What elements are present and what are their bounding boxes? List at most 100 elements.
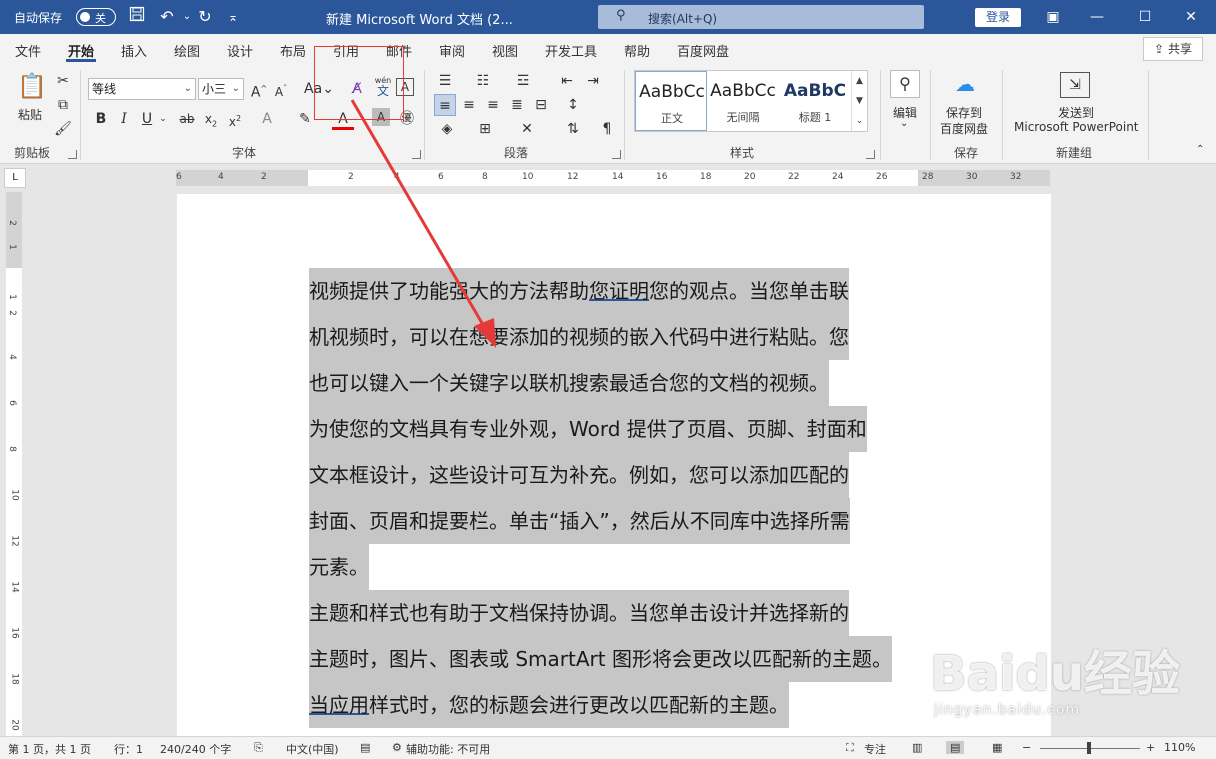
language-indicator[interactable]: 中文(中国) [286, 741, 339, 757]
align-right-icon[interactable]: ≡ [482, 94, 504, 116]
find-icon[interactable]: ⚲ [890, 70, 920, 98]
font-launcher-icon[interactable] [412, 150, 421, 159]
customize-toolbar-icon[interactable]: ⌅ [222, 6, 244, 28]
zoom-in-icon[interactable]: + [1146, 741, 1155, 754]
maximize-icon[interactable]: ☐ [1128, 4, 1162, 30]
collapse-ribbon-icon[interactable]: ⌃ [1196, 144, 1204, 155]
styles-scroll-up-icon[interactable]: ▲ [851, 71, 867, 91]
font-name-select[interactable]: 等线 ⌄ [88, 78, 196, 100]
document-line[interactable]: 为使您的文档具有专业外观，Word 提供了页眉、页脚、封面和 [309, 406, 867, 452]
shrink-font-icon[interactable]: Aˇ [270, 78, 292, 100]
web-layout-icon[interactable]: ▦ [992, 741, 1002, 754]
font-size-select[interactable]: 小三 ⌄ [198, 78, 244, 100]
accessibility-status[interactable]: 辅助功能: 不可用 [406, 741, 490, 757]
redo-icon[interactable]: ↻ [194, 6, 216, 28]
read-mode-icon[interactable]: ▥ [912, 741, 922, 754]
tab-insert[interactable]: 插入 [121, 41, 147, 60]
copy-icon[interactable]: ⧉ [52, 94, 74, 116]
styles-scroll-down-icon[interactable]: ▼ [851, 91, 867, 111]
save-to-netdisk-label[interactable]: 百度网盘 [940, 120, 988, 137]
word-count[interactable]: 240/240 个字 [160, 741, 231, 757]
focus-mode-label[interactable]: 专注 [864, 741, 886, 757]
search-box[interactable]: ⚲ 搜索(Alt+Q) [598, 5, 924, 29]
styles-more-icon[interactable]: ⌄ [851, 111, 867, 131]
styles-launcher-icon[interactable] [866, 150, 875, 159]
show-formatting-icon[interactable]: ¶ [596, 118, 618, 140]
tab-selector[interactable]: L [4, 168, 26, 188]
tab-baidu-netdisk[interactable]: 百度网盘 [677, 41, 729, 60]
line-number[interactable]: 行：1 [114, 741, 143, 757]
proofing-icon[interactable]: ⎘ [254, 741, 263, 755]
minimize-icon[interactable]: — [1080, 4, 1114, 30]
document-line[interactable]: 文本框设计，这些设计可互为补充。例如，您可以添加匹配的 [309, 452, 849, 498]
align-center-icon[interactable]: ≡ [458, 94, 480, 116]
underline-dropdown-icon[interactable]: ⌄ [152, 108, 174, 130]
tab-layout[interactable]: 布局 [280, 41, 306, 60]
baidu-netdisk-icon[interactable]: ☁ [952, 72, 978, 96]
document-line[interactable]: 封面、页眉和提要栏。单击“插入”，然后从不同库中选择所需 [309, 498, 850, 544]
line-spacing-icon[interactable]: ↕ [562, 94, 584, 116]
horizontal-ruler[interactable]: 6 4 2 2 4 6 8 10 12 14 16 18 20 22 24 26… [176, 170, 1050, 186]
document-line[interactable]: 也可以键入一个关键字以联机搜索最适合您的文档的视频。 [309, 360, 829, 406]
align-left-icon[interactable]: ≡ [434, 94, 456, 116]
distributed-icon[interactable]: ⊟ [530, 94, 552, 116]
italic-icon[interactable]: I [113, 108, 135, 130]
document-line[interactable]: 元素。 [309, 544, 369, 590]
paste-icon[interactable]: 📋 [14, 72, 50, 102]
highlight-color-icon[interactable]: ✎ [294, 108, 316, 130]
decrease-indent-icon[interactable]: ⇤ [556, 70, 578, 92]
focus-icon[interactable]: ⛶ [846, 741, 854, 755]
zoom-level[interactable]: 110% [1164, 741, 1195, 754]
tab-file[interactable]: 文件 [15, 41, 41, 60]
shading-icon[interactable]: ◈ [436, 118, 458, 140]
style-no-spacing[interactable]: AaBbCc 无间隔 [707, 71, 779, 131]
send-to-powerpoint-icon[interactable]: ⇲ [1060, 72, 1090, 98]
style-heading-1[interactable]: AaBbC 标题 1 [779, 71, 851, 131]
borders-icon[interactable]: ⊞ [474, 118, 496, 140]
document-line[interactable]: 机视频时，可以在想要添加的视频的嵌入代码中进行粘贴。您 [309, 314, 849, 360]
page-count[interactable]: 第 1 页，共 1 页 [8, 741, 91, 757]
print-layout-icon[interactable]: ▤ [946, 741, 965, 754]
document-title[interactable]: 新建 Microsoft Word 文档 (2... [326, 9, 513, 28]
save-to-label[interactable]: 保存到 [946, 104, 982, 121]
zoom-out-icon[interactable]: − [1022, 741, 1031, 754]
tab-review[interactable]: 审阅 [439, 41, 465, 60]
tab-view[interactable]: 视图 [492, 41, 518, 60]
macro-record-icon[interactable]: ▤ [360, 741, 370, 754]
chinese-layout-icon[interactable]: ✕ [516, 118, 538, 140]
tab-help[interactable]: 帮助 [624, 41, 650, 60]
subscript-icon[interactable]: x2 [200, 108, 222, 130]
grow-font-icon[interactable]: A^ [248, 78, 270, 101]
vertical-ruler[interactable]: 2 1 1 2 4 6 8 10 12 14 16 18 20 [6, 192, 22, 737]
paste-label[interactable]: 粘贴 [18, 106, 42, 123]
sort-icon[interactable]: ⇅ [562, 118, 584, 140]
send-to-label[interactable]: 发送到 [1058, 104, 1094, 121]
justify-icon[interactable]: ≣ [506, 94, 528, 116]
strikethrough-icon[interactable]: ab [176, 108, 198, 130]
style-normal[interactable]: AaBbCc 正文 [635, 71, 707, 131]
increase-indent-icon[interactable]: ⇥ [582, 70, 604, 92]
document-page[interactable]: 视频提供了功能强大的方法帮助您证明您的观点。当您单击联 机视频时，可以在想要添加… [177, 194, 1051, 739]
clipboard-launcher-icon[interactable] [68, 150, 77, 159]
document-line[interactable]: 主题时，图片、图表或 SmartArt 图形将会更改以匹配新的主题。 [309, 636, 892, 682]
login-button[interactable]: 登录 [975, 8, 1021, 27]
tab-developer[interactable]: 开发工具 [545, 41, 597, 60]
tab-design[interactable]: 设计 [227, 41, 253, 60]
undo-icon[interactable]: ↶ [156, 6, 178, 28]
format-painter-icon[interactable]: 🖌 [52, 118, 74, 140]
save-icon[interactable] [126, 6, 148, 28]
tab-home[interactable]: 开始 [68, 41, 94, 60]
text-effects-icon[interactable]: A [256, 108, 278, 130]
zoom-slider-thumb[interactable] [1087, 742, 1091, 754]
paragraph-launcher-icon[interactable] [612, 150, 621, 159]
bold-icon[interactable]: B [90, 108, 112, 130]
document-line[interactable]: 当应用样式时，您的标题会进行更改以匹配新的主题。 [309, 682, 789, 728]
document-line[interactable]: 视频提供了功能强大的方法帮助您证明您的观点。当您单击联 [309, 268, 849, 314]
tab-draw[interactable]: 绘图 [174, 41, 200, 60]
numbering-icon[interactable]: ☷ [472, 70, 494, 92]
autosave-toggle[interactable]: 关 [76, 8, 116, 26]
document-line[interactable]: 主题和样式也有助于文档保持协调。当您单击设计并选择新的 [309, 590, 849, 636]
bullets-icon[interactable]: ☰ [434, 70, 456, 92]
multilevel-list-icon[interactable]: ☲ [512, 70, 534, 92]
share-button[interactable]: ⇪ 共享 [1143, 37, 1203, 61]
